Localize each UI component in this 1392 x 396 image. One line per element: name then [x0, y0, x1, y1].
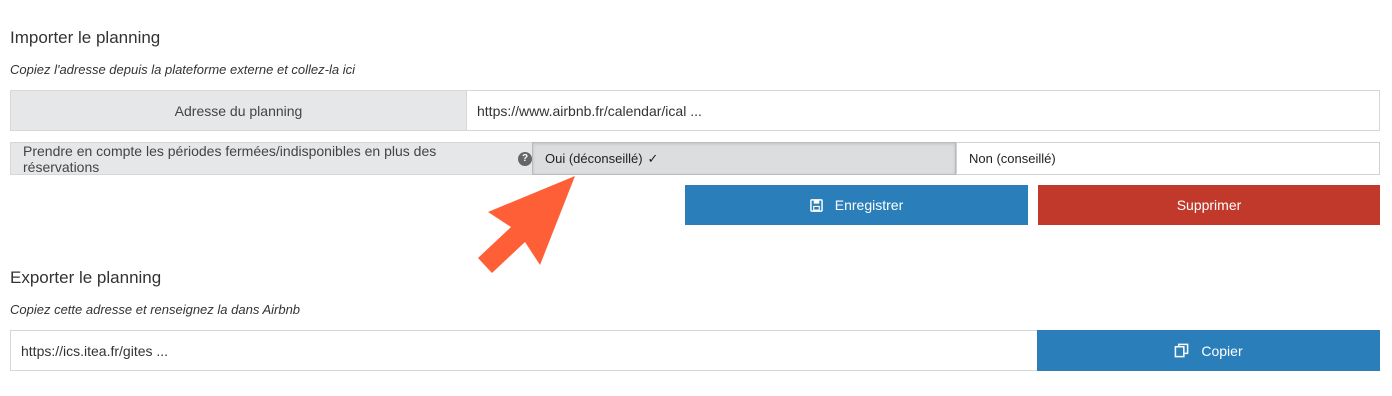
option-yes-label: Oui (déconseillé): [545, 151, 643, 166]
export-address-value: https://ics.itea.fr/gites ...: [21, 342, 169, 359]
option-yes-button[interactable]: Oui (déconseillé) ✓: [532, 142, 956, 175]
import-address-value: https://www.airbnb.fr/calendar/ical ...: [477, 102, 702, 119]
import-address-input[interactable]: https://www.airbnb.fr/calendar/ical ...: [466, 90, 1380, 131]
option-no-label: Non (conseillé): [969, 151, 1056, 166]
save-button[interactable]: Enregistrer: [685, 185, 1028, 225]
import-heading: Importer le planning: [10, 28, 161, 47]
question-circle-icon[interactable]: ?: [518, 151, 532, 166]
import-subtitle: Copiez l'adresse depuis la plateforme ex…: [10, 62, 355, 77]
save-label: Enregistrer: [834, 197, 904, 213]
copy-icon: [1174, 343, 1189, 358]
arrow-annotation: [478, 176, 575, 273]
copy-label: Copier: [1201, 342, 1243, 359]
export-address-input[interactable]: https://ics.itea.fr/gites ...: [10, 330, 1038, 371]
address-label-cell: Adresse du planning: [10, 90, 467, 131]
check-icon: ✓: [647, 150, 659, 166]
floppy-disk-icon: [809, 198, 823, 212]
closed-periods-label-cell: Prendre en compte les périodes fermées/i…: [10, 142, 533, 175]
address-label: Adresse du planning: [174, 102, 303, 119]
closed-periods-label: Prendre en compte les périodes fermées/i…: [23, 142, 437, 175]
delete-button[interactable]: Supprimer: [1038, 185, 1380, 225]
delete-label: Supprimer: [1176, 197, 1242, 213]
copy-button[interactable]: Copier: [1037, 330, 1380, 371]
export-heading: Exporter le planning: [10, 268, 162, 287]
export-subtitle: Copiez cette adresse et renseignez la da…: [10, 302, 301, 317]
option-no-button[interactable]: Non (conseillé): [956, 142, 1380, 175]
